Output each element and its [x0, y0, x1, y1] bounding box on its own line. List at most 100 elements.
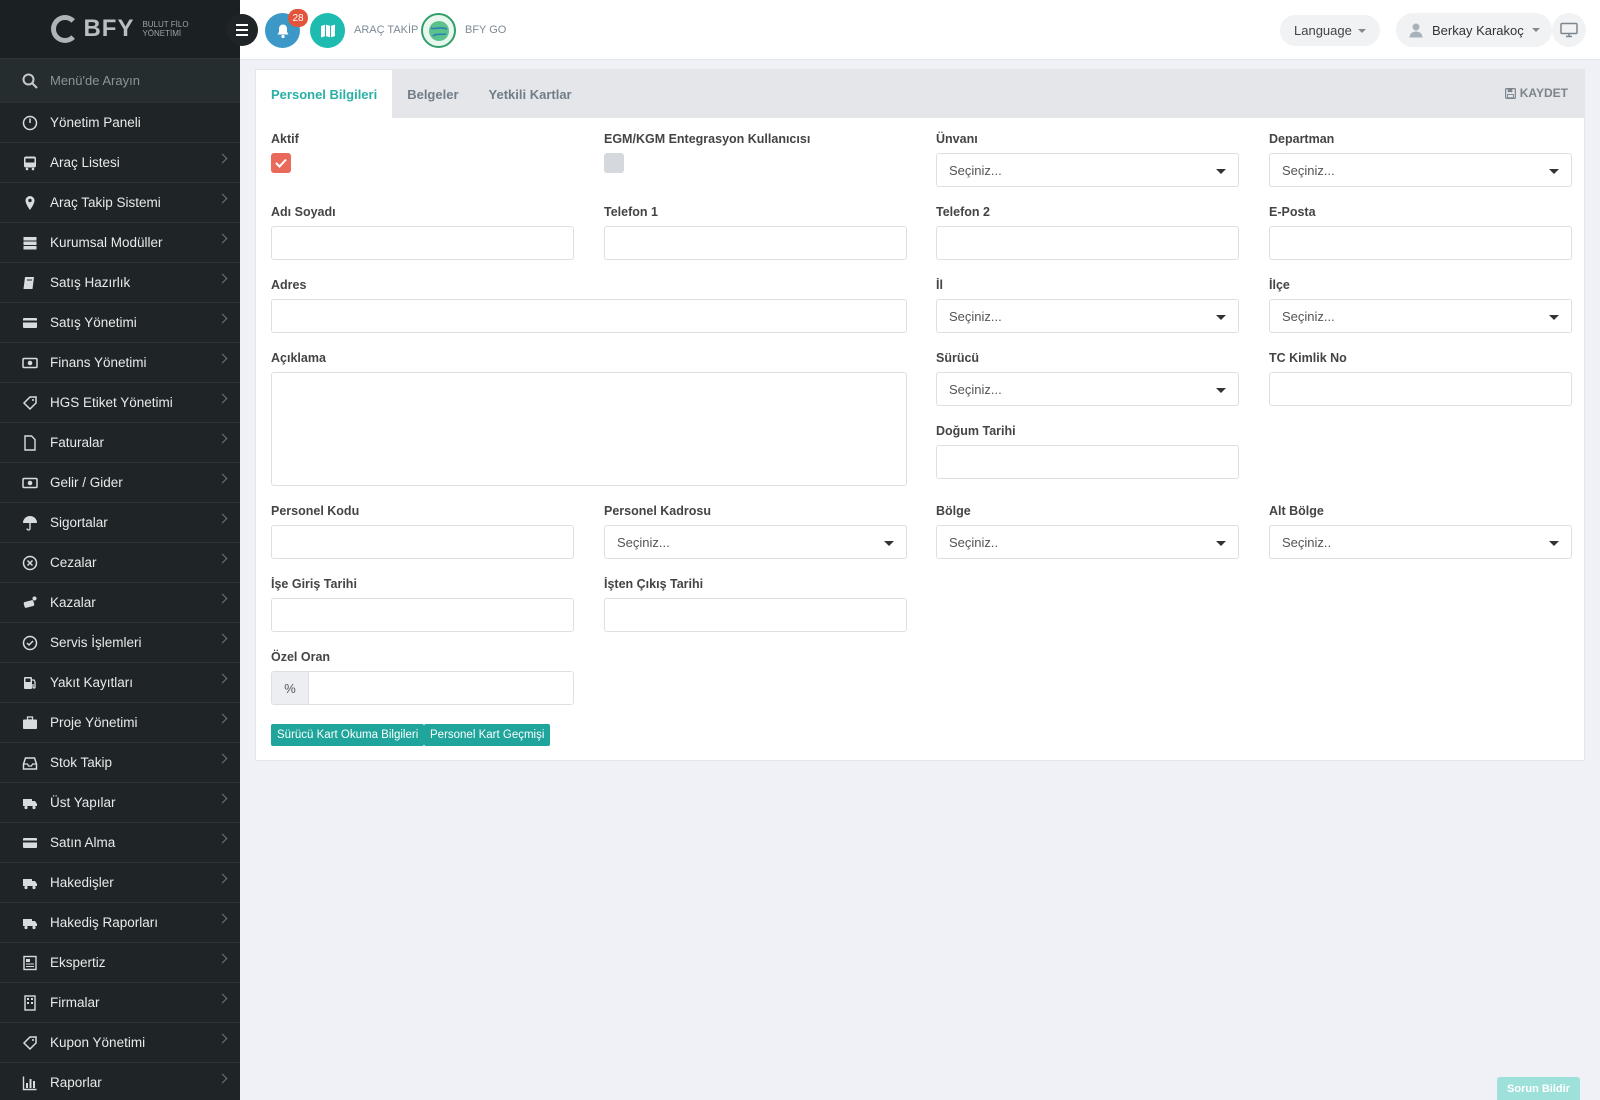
sidebar-item-label: Faturalar [50, 435, 105, 450]
surucu-select[interactable]: Seçiniz... [936, 372, 1239, 406]
notification-count-badge: 28 [288, 9, 308, 27]
telefon1-input[interactable] [604, 226, 907, 260]
bolge-select[interactable]: Seçiniz.. [936, 525, 1239, 559]
chevron-right-icon [217, 1073, 228, 1084]
chevron-right-icon [217, 393, 228, 404]
language-dropdown[interactable]: Language [1280, 15, 1380, 46]
sidebar-item-kurumsal-mod-ller[interactable]: Kurumsal Modüller [0, 223, 240, 263]
sidebar-item-faturalar[interactable]: Faturalar [0, 423, 240, 463]
bfy-go-link[interactable]: BFY GO [465, 24, 506, 36]
menu-toggle-button[interactable] [226, 14, 258, 46]
personel-kodu-input[interactable] [271, 525, 574, 559]
sidebar-item-label: Satın Alma [50, 835, 116, 850]
sidebar-item-stok-takip[interactable]: Stok Takip [0, 743, 240, 783]
arac-takip-link[interactable]: ARAÇ TAKİP [354, 24, 418, 36]
ilce-value: Seçiniz... [1282, 308, 1335, 324]
sidebar-item-label: Üst Yapılar [50, 795, 116, 810]
car-crash-icon [20, 593, 40, 613]
alt-bolge-select[interactable]: Seçiniz.. [1269, 525, 1572, 559]
bell-icon [277, 24, 288, 38]
unvan-select[interactable]: Seçiniz... [936, 153, 1239, 187]
save-button[interactable]: KAYDET [1504, 86, 1568, 100]
logo-area[interactable]: BFY BULUT FİLO YÖNETİMİ [0, 0, 240, 59]
chevron-right-icon [217, 273, 228, 284]
surucu-kart-okuma-button[interactable]: Sürücü Kart Okuma Bilgileri [271, 724, 425, 746]
aktif-checkbox[interactable] [271, 153, 291, 173]
bfy-go-button[interactable] [421, 13, 456, 48]
hamburger-line [236, 29, 248, 31]
menu-search-input[interactable]: Menü'de Arayın [50, 73, 140, 88]
telefon2-field: Telefon 2 [936, 205, 1239, 260]
dogum-tarihi-field: Doğum Tarihi [936, 424, 1239, 479]
sidebar-item-sat-y-netimi[interactable]: Satış Yönetimi [0, 303, 240, 343]
sidebar-item-sigortalar[interactable]: Sigortalar [0, 503, 240, 543]
x-circle-icon [20, 553, 40, 573]
sidebar-item-y-netim-paneli[interactable]: Yönetim Paneli [0, 103, 240, 143]
personnel-form-card: Personel Bilgileri Belgeler Yetkili Kart… [255, 69, 1585, 761]
ilce-select[interactable]: Seçiniz... [1269, 299, 1572, 333]
sidebar-item-gelir-gider[interactable]: Gelir / Gider [0, 463, 240, 503]
language-label: Language [1294, 23, 1352, 38]
sidebar-item-proje-y-netimi[interactable]: Proje Yönetimi [0, 703, 240, 743]
report-issue-button[interactable]: Sorun Bildir [1497, 1077, 1580, 1100]
sidebar-item-st-yap-lar[interactable]: Üst Yapılar [0, 783, 240, 823]
sidebar-item-finans-y-netimi[interactable]: Finans Yönetimi [0, 343, 240, 383]
newspaper-icon [20, 953, 40, 973]
sidebar-item-label: Finans Yönetimi [50, 355, 147, 370]
dogum-tarihi-input[interactable] [936, 445, 1239, 479]
sidebar-item-hgs-etiket-y-netimi[interactable]: HGS Etiket Yönetimi [0, 383, 240, 423]
truck-icon [20, 793, 40, 813]
il-select[interactable]: Seçiniz... [936, 299, 1239, 333]
adi-soyadi-field: Adı Soyadı [271, 205, 574, 260]
sidebar-item-hakedi-ler[interactable]: Hakedişler [0, 863, 240, 903]
sidebar-item-raporlar[interactable]: Raporlar [0, 1063, 240, 1100]
chevron-right-icon [217, 233, 228, 244]
sidebar-item-sat-haz-rl-k[interactable]: Satış Hazırlık [0, 263, 240, 303]
sidebar-item-ekspertiz[interactable]: Ekspertiz [0, 943, 240, 983]
sidebar-item-cezalar[interactable]: Cezalar [0, 543, 240, 583]
chevron-right-icon [217, 993, 228, 1004]
ise-giris-input[interactable] [271, 598, 574, 632]
sidebar-item-firmalar[interactable]: Firmalar [0, 983, 240, 1023]
il-value: Seçiniz... [949, 308, 1002, 324]
adres-input[interactable] [271, 299, 907, 333]
umbrella-icon [20, 513, 40, 533]
sidebar-item-sat-n-alma[interactable]: Satın Alma [0, 823, 240, 863]
tab-personel-bilgileri[interactable]: Personel Bilgileri [256, 70, 393, 118]
ozel-oran-label: Özel Oran [271, 650, 331, 664]
logo-subtitle-line2: YÖNETİMİ [142, 29, 182, 38]
egm-checkbox[interactable] [604, 153, 624, 173]
telefon1-field: Telefon 1 [604, 205, 907, 260]
menu-search[interactable]: Menü'de Arayın [0, 59, 240, 103]
personel-kart-gecmisi-button[interactable]: Personel Kart Geçmişi [424, 724, 551, 746]
isten-cikis-input[interactable] [604, 598, 907, 632]
surucu-value: Seçiniz... [949, 381, 1002, 397]
aciklama-textarea[interactable] [271, 372, 907, 486]
tab-belgeler[interactable]: Belgeler [392, 70, 473, 118]
chevron-right-icon [217, 793, 228, 804]
chevron-right-icon [217, 633, 228, 644]
notifications-button[interactable]: 28 [265, 9, 308, 48]
ozel-oran-field: Özel Oran % [271, 650, 574, 705]
departman-select[interactable]: Seçiniz... [1269, 153, 1572, 187]
arac-takip-button[interactable] [310, 13, 345, 48]
ozel-oran-input[interactable] [309, 672, 573, 704]
tc-field: TC Kimlik No [1269, 351, 1572, 406]
telefon2-input[interactable] [936, 226, 1239, 260]
eposta-input[interactable] [1269, 226, 1572, 260]
sidebar-item-ara-listesi[interactable]: Araç Listesi [0, 143, 240, 183]
sidebar-item-kupon-y-netimi[interactable]: Kupon Yönetimi [0, 1023, 240, 1063]
adi-soyadi-input[interactable] [271, 226, 574, 260]
sidebar-item-hakedi-raporlar[interactable]: Hakediş Raporları [0, 903, 240, 943]
sidebar-item-ara-takip-sistemi[interactable]: Araç Takip Sistemi [0, 183, 240, 223]
kadro-select[interactable]: Seçiniz... [604, 525, 907, 559]
sidebar-item-kazalar[interactable]: Kazalar [0, 583, 240, 623]
user-menu[interactable]: Berkay Karakoç [1396, 13, 1552, 47]
tab-yetkili-kartlar[interactable]: Yetkili Kartlar [474, 70, 587, 118]
sidebar-item-yak-t-kay-tlar[interactable]: Yakıt Kayıtları [0, 663, 240, 703]
user-icon [1409, 23, 1423, 38]
card-icon [20, 313, 40, 333]
tc-input[interactable] [1269, 372, 1572, 406]
fullscreen-button[interactable] [1552, 13, 1586, 47]
sidebar-item-servis-i-lemleri[interactable]: Servis İşlemleri [0, 623, 240, 663]
